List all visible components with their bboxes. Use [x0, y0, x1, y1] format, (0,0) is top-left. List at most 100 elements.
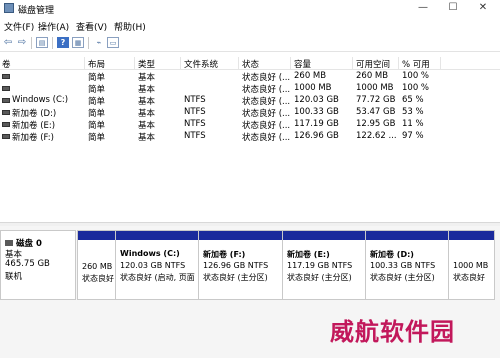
- menu-file[interactable]: 文件(F): [4, 20, 34, 33]
- cell-layout: 简单: [88, 121, 106, 131]
- column-header-type[interactable]: 类型: [138, 58, 155, 70]
- disk-management-icon: [4, 3, 14, 13]
- cell-volume: 新加卷 (E:): [12, 121, 56, 131]
- cell-volume: 新加卷 (F:): [12, 133, 54, 143]
- column-header-percent-free[interactable]: % 可用: [402, 58, 430, 70]
- cell-percent-free: 11 %: [402, 119, 424, 129]
- column-header-layout[interactable]: 布局: [88, 58, 105, 70]
- cell-free-space: 122.62 ...: [356, 131, 397, 141]
- column-header-filesystem[interactable]: 文件系统: [184, 58, 218, 70]
- partition-status: 状态良好 (主分区): [203, 273, 268, 282]
- toolbar-separator: [31, 37, 32, 49]
- cell-capacity: 1000 MB: [294, 83, 332, 93]
- cell-type: 基本: [138, 121, 156, 131]
- column-header-capacity[interactable]: 容量: [294, 58, 311, 70]
- cell-type: 基本: [138, 109, 156, 119]
- cell-layout: 简单: [88, 133, 106, 143]
- partition-bar: [78, 231, 115, 240]
- partition-block[interactable]: 新加卷 (E:) 117.19 GB NTFS 状态良好 (主分区): [283, 231, 366, 299]
- partition-size: 100.33 GB NTFS: [370, 261, 436, 270]
- menu-view[interactable]: 查看(V): [76, 20, 107, 33]
- cell-percent-free: 100 %: [402, 71, 430, 81]
- close-button[interactable]: ✕: [472, 1, 494, 15]
- table-row[interactable]: 简单 基本 状态良好 (... 260 MB 260 MB 100 %: [0, 71, 500, 83]
- table-row[interactable]: Windows (C:) 简单 基本 NTFS 状态良好 (... 120.03 GB 77…: [0, 95, 500, 107]
- partition-size: 120.03 GB NTFS: [120, 261, 186, 270]
- maximize-button[interactable]: ☐: [442, 1, 464, 15]
- back-arrow-icon[interactable]: ⇦: [2, 37, 14, 48]
- partition-size: 126.96 GB NTFS: [203, 261, 269, 270]
- minimize-button[interactable]: —: [412, 1, 434, 15]
- cell-percent-free: 65 %: [402, 95, 424, 105]
- cell-status: 状态良好 (...: [242, 133, 291, 143]
- column-divider[interactable]: [84, 57, 85, 69]
- cell-free-space: 260 MB: [356, 71, 389, 81]
- partition-block[interactable]: 260 MB 状态良好: [78, 231, 116, 299]
- cell-status: 状态良好 (...: [242, 109, 291, 119]
- console-tree-icon[interactable]: ▤: [36, 37, 48, 48]
- volume-icon: [2, 110, 10, 115]
- cell-capacity: 126.96 GB: [294, 131, 339, 141]
- partition-status: 状态良好 (主分区): [370, 273, 435, 282]
- cell-percent-free: 100 %: [402, 83, 430, 93]
- column-divider[interactable]: [440, 57, 441, 69]
- volume-icon: [2, 134, 10, 139]
- volume-icon: [2, 122, 10, 127]
- partition-name: 新加卷 (D:): [370, 250, 414, 259]
- window-title: 磁盘管理: [18, 6, 55, 16]
- column-header-status[interactable]: 状态: [242, 58, 259, 70]
- volume-icon: [2, 98, 10, 103]
- column-divider[interactable]: [134, 57, 135, 69]
- partition-name: Windows (C:): [120, 249, 180, 258]
- cell-status: 状态良好 (...: [242, 73, 291, 83]
- partition-status: 状态良好: [453, 273, 485, 282]
- table-row[interactable]: 简单 基本 状态良好 (... 1000 MB 1000 MB 100 %: [0, 83, 500, 95]
- forward-arrow-icon[interactable]: ⇨: [16, 37, 28, 48]
- cell-status: 状态良好 (...: [242, 85, 291, 95]
- disk-icon: [5, 240, 13, 246]
- table-row[interactable]: 新加卷 (E:) 简单 基本 NTFS 状态良好 (... 117.19 GB 12.95 …: [0, 119, 500, 131]
- menu-help[interactable]: 帮助(H): [114, 20, 146, 33]
- column-divider[interactable]: [180, 57, 181, 69]
- properties-icon[interactable]: ▦: [72, 37, 84, 48]
- cell-filesystem: NTFS: [184, 95, 206, 105]
- table-row[interactable]: 新加卷 (F:) 简单 基本 NTFS 状态良好 (... 126.96 GB 122.62…: [0, 131, 500, 143]
- cell-status: 状态良好 (...: [242, 97, 291, 107]
- partition-bar: [449, 231, 494, 240]
- cell-free-space: 77.72 GB: [356, 95, 396, 105]
- partition-bar: [199, 231, 282, 240]
- partition-bar: [116, 231, 198, 240]
- column-divider[interactable]: [398, 57, 399, 69]
- column-header-free-space[interactable]: 可用空间: [356, 58, 390, 70]
- partition-name: 新加卷 (E:): [287, 250, 330, 259]
- partition-status: 状态良好 (启动, 页面: [120, 273, 195, 282]
- column-divider[interactable]: [238, 57, 239, 69]
- partition-size: 260 MB: [82, 262, 113, 271]
- menu-action[interactable]: 操作(A): [38, 20, 69, 33]
- partition-block[interactable]: 新加卷 (D:) 100.33 GB NTFS 状态良好 (主分区): [366, 231, 449, 299]
- partition-block[interactable]: 1000 MB 状态良好: [449, 231, 494, 299]
- disk-partition-map: 260 MB 状态良好 Windows (C:) 120.03 GB NTFS …: [77, 230, 495, 300]
- cell-layout: 简单: [88, 109, 106, 119]
- column-header-volume[interactable]: 卷: [2, 58, 11, 70]
- volume-icon: [2, 86, 10, 91]
- toolbar-separator: [52, 37, 53, 49]
- cell-capacity: 117.19 GB: [294, 119, 339, 129]
- list-view-icon[interactable]: ▭: [107, 37, 119, 48]
- cell-free-space: 53.47 GB: [356, 107, 396, 117]
- partition-block[interactable]: Windows (C:) 120.03 GB NTFS 状态良好 (启动, 页面: [116, 231, 199, 299]
- watermark-text: 威航软件园: [330, 318, 455, 346]
- connect-icon[interactable]: ⌁: [93, 37, 105, 48]
- disk-info-panel[interactable]: 磁盘 0 基本 465.75 GB 联机: [0, 230, 76, 300]
- column-divider[interactable]: [352, 57, 353, 69]
- column-divider[interactable]: [290, 57, 291, 69]
- table-row[interactable]: 新加卷 (D:) 简单 基本 NTFS 状态良好 (... 100.33 GB 53.47 …: [0, 107, 500, 119]
- volume-icon: [2, 74, 10, 79]
- cell-volume: Windows (C:): [12, 95, 69, 105]
- cell-filesystem: NTFS: [184, 119, 206, 129]
- help-icon[interactable]: ?: [57, 37, 69, 48]
- cell-volume: 新加卷 (D:): [12, 109, 57, 119]
- partition-block[interactable]: 新加卷 (F:) 126.96 GB NTFS 状态良好 (主分区): [199, 231, 283, 299]
- cell-layout: 简单: [88, 73, 106, 83]
- disk-status: 联机: [5, 272, 23, 282]
